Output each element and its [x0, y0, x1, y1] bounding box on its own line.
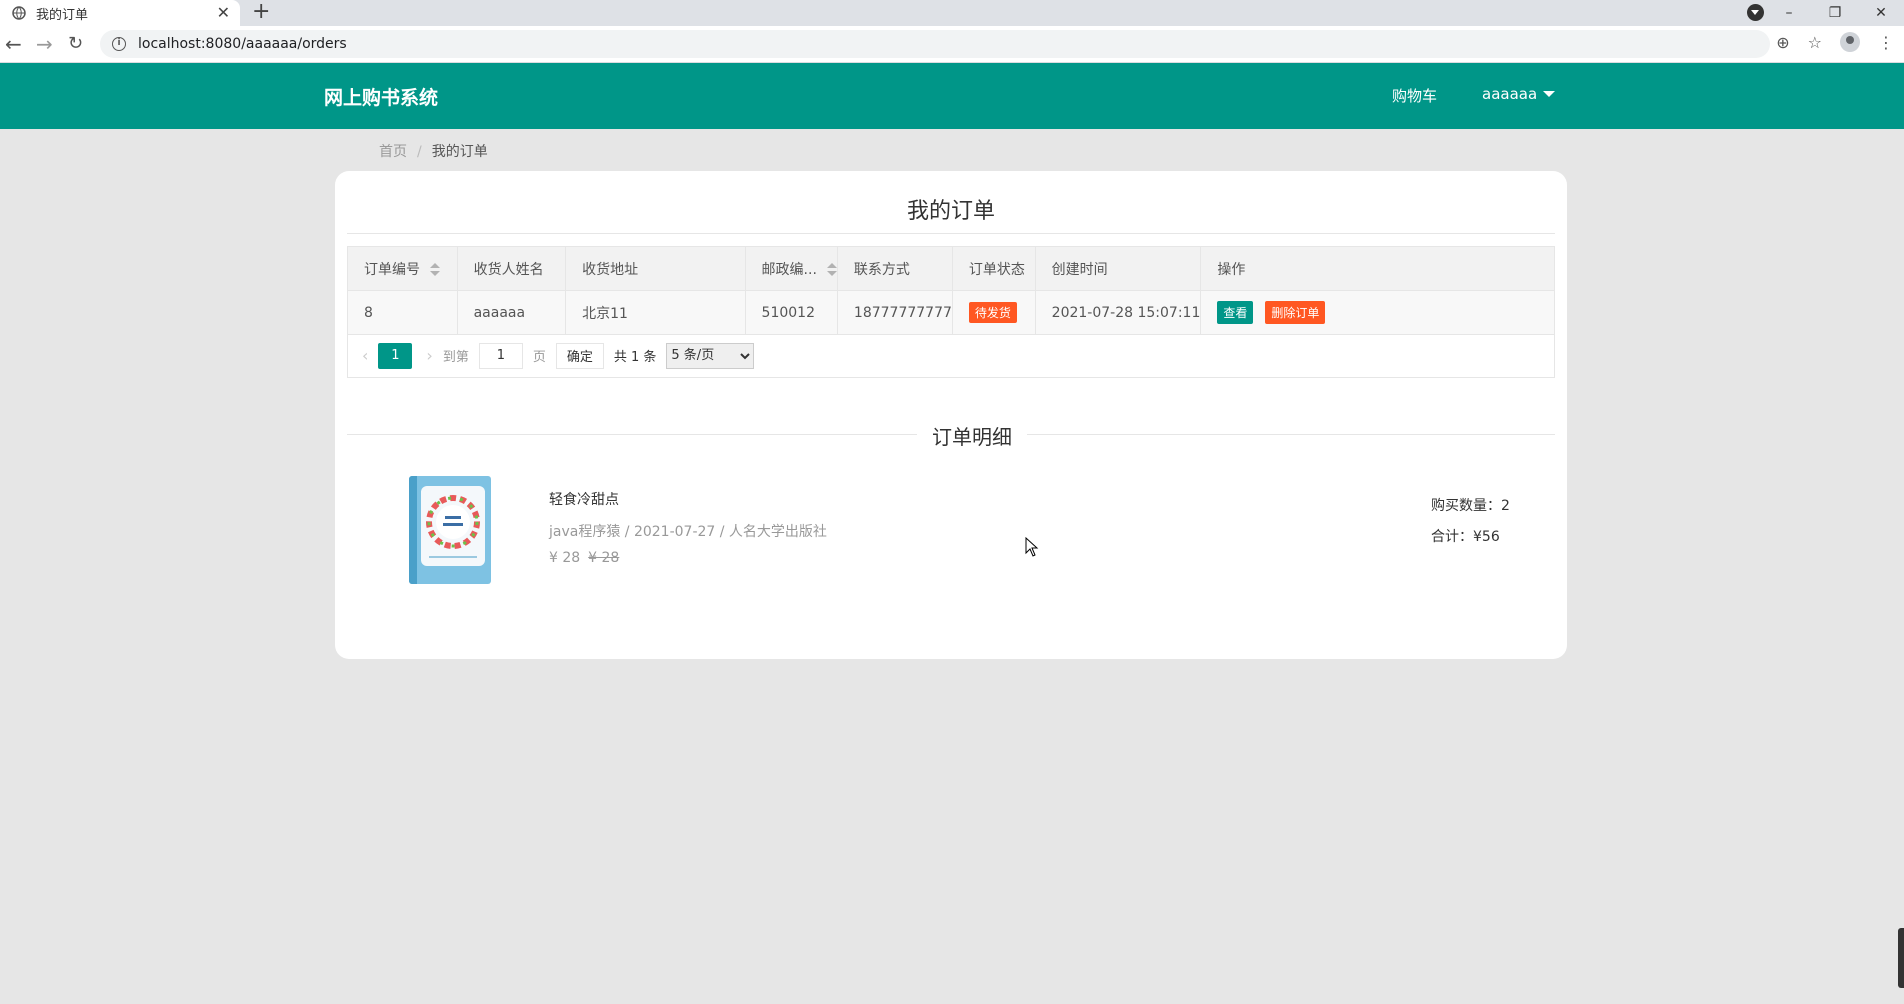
profile-avatar-icon[interactable] [1840, 32, 1860, 52]
reload-icon[interactable]: ↻ [68, 33, 83, 55]
zoom-icon[interactable]: ⊕ [1776, 33, 1789, 52]
table-row[interactable]: 8 aaaaaa 北京11 510012 18777777777 待发货 202… [347, 290, 1555, 335]
sort-icon[interactable] [826, 262, 837, 277]
restore-icon[interactable]: ❐ [1812, 5, 1858, 21]
orders-card: 我的订单 订单编号 收货人姓名 收货地址 邮政编... 联系方式 订单状态 创建… [335, 171, 1567, 659]
address-bar: ← → ↻ i localhost:8080/aaaaaa/orders ⊕ ☆… [0, 26, 1904, 63]
orders-table: 订单编号 收货人姓名 收货地址 邮政编... 联系方式 订单状态 创建时间 操作… [347, 246, 1555, 335]
caret-down-icon [1543, 91, 1556, 97]
breadcrumb-separator: / [417, 144, 422, 160]
book-cover-image [409, 476, 491, 584]
page-number-input[interactable] [478, 342, 523, 369]
globe-icon [12, 6, 26, 20]
col-order-id[interactable]: 订单编号 [347, 246, 458, 291]
url-text: localhost:8080/aaaaaa/orders [138, 36, 347, 52]
col-status: 订单状态 [951, 246, 1036, 291]
current-price: ¥ 28 [549, 550, 581, 566]
col-address: 收货地址 [565, 246, 746, 291]
details-divider-right [1027, 434, 1555, 435]
total-count: 共 1 条 [613, 350, 657, 365]
status-badge: 待发货 [968, 302, 1017, 323]
address-bar-actions: ⊕ ☆ ⋮ [1776, 32, 1894, 52]
view-order-button[interactable]: 查看 [1217, 301, 1254, 324]
breadcrumb-current: 我的订单 [431, 144, 488, 160]
cell-phone: 18777777777 [836, 290, 953, 335]
cell-order-id: 8 [347, 290, 458, 335]
window-controls: – ❐ ✕ [1766, 0, 1904, 26]
cell-receiver-name: aaaaaa [456, 290, 567, 335]
details-divider-left [347, 434, 917, 435]
tab-title: 我的订单 [36, 7, 89, 23]
book-cover-art [409, 476, 491, 584]
book-meta: java程序猿 / 2021-07-27 / 人名大学出版社 [549, 524, 827, 540]
user-name: aaaaaa [1482, 85, 1538, 103]
site-header: 网上购书系统 购物车 aaaaaa [0, 63, 1904, 129]
page-size-select[interactable]: 5 条/页 [666, 342, 755, 369]
prev-page-icon[interactable]: ‹ [362, 346, 368, 365]
title-divider [347, 233, 1555, 234]
browser-tab[interactable]: 我的订单 ✕ [0, 0, 240, 26]
back-icon[interactable]: ← [5, 33, 22, 55]
cell-created: 2021-07-28 15:07:11 [1034, 290, 1202, 335]
cell-actions: 查看 删除订单 [1200, 290, 1555, 335]
col-zip[interactable]: 邮政编... [744, 246, 838, 291]
breadcrumb-home[interactable]: 首页 [379, 144, 407, 160]
new-tab-icon[interactable]: + [252, 0, 270, 24]
nav-cart-link[interactable]: 购物车 [1392, 85, 1437, 106]
original-price: ¥ 28 [588, 550, 620, 566]
sort-icon[interactable] [430, 262, 440, 277]
col-receiver-name: 收货人姓名 [456, 246, 567, 291]
col-phone: 联系方式 [836, 246, 953, 291]
col-created: 创建时间 [1034, 246, 1202, 291]
browser-tab-bar: 我的订单 ✕ + – ❐ ✕ [0, 0, 1904, 26]
goto-confirm-button[interactable]: 确定 [555, 342, 604, 369]
col-actions: 操作 [1200, 246, 1555, 291]
forward-icon[interactable]: → [36, 33, 53, 55]
delete-order-button[interactable]: 删除订单 [1265, 301, 1326, 324]
user-menu[interactable]: aaaaaa [1482, 85, 1556, 103]
menu-dots-icon[interactable]: ⋮ [1878, 33, 1894, 52]
bookmark-star-icon[interactable]: ☆ [1808, 33, 1822, 52]
table-header-row: 订单编号 收货人姓名 收货地址 邮政编... 联系方式 订单状态 创建时间 操作 [347, 246, 1555, 291]
cell-zip: 510012 [744, 290, 838, 335]
minimize-icon[interactable]: – [1766, 5, 1812, 21]
window-close-icon[interactable]: ✕ [1858, 5, 1904, 21]
tab-close-icon[interactable]: ✕ [217, 3, 230, 22]
site-logo[interactable]: 网上购书系统 [324, 83, 438, 110]
next-page-icon[interactable]: › [426, 346, 432, 365]
cell-status: 待发货 [951, 290, 1036, 335]
page-unit-label: 页 [532, 350, 546, 365]
book-title[interactable]: 轻食冷甜点 [549, 489, 619, 509]
scrollbar-handle[interactable] [1898, 928, 1904, 988]
page-title: 我的订单 [906, 199, 995, 224]
pagination: ‹ 1 › 到第 页 确定 共 1 条 5 条/页 [347, 334, 1555, 378]
current-page-button[interactable]: 1 [378, 342, 413, 369]
info-icon[interactable]: i [112, 37, 126, 51]
purchase-quantity: 购买数量：2 [1431, 498, 1510, 514]
tab-search-icon[interactable] [1747, 4, 1764, 21]
cell-address: 北京11 [565, 290, 746, 335]
item-total: 合计：¥56 [1431, 529, 1500, 545]
breadcrumb: 首页 / 我的订单 [379, 141, 488, 161]
url-input[interactable]: i localhost:8080/aaaaaa/orders [100, 30, 1770, 58]
mouse-cursor-icon [1025, 537, 1039, 557]
details-title: 订单明细 [932, 425, 1012, 449]
goto-label: 到第 [442, 350, 469, 365]
book-price: ¥ 28 ¥ 28 [549, 550, 619, 566]
